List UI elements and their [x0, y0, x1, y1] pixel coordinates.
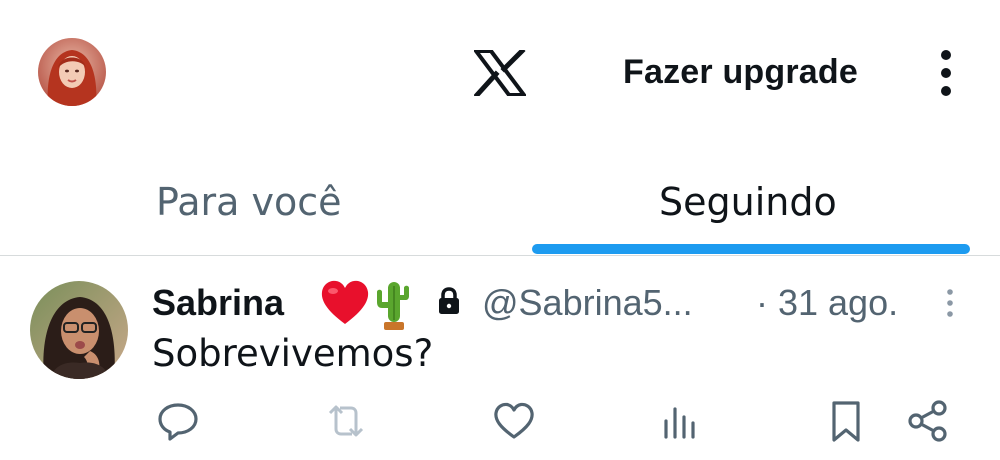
- tab-para-voce[interactable]: Para você: [0, 140, 500, 256]
- tab-label: Seguindo: [659, 180, 837, 224]
- views-icon[interactable]: [656, 397, 704, 445]
- author-name[interactable]: Sabrina: [152, 282, 284, 324]
- active-tab-indicator: [532, 244, 970, 254]
- tweet-text: Sobrevivemos?: [152, 332, 434, 375]
- x-logo-icon[interactable]: [472, 47, 528, 99]
- cactus-emoji: [374, 278, 414, 330]
- tweet-actions: [0, 397, 1000, 453]
- tweet-more-icon[interactable]: [940, 284, 960, 328]
- tab-seguindo[interactable]: Seguindo: [500, 140, 1000, 256]
- like-icon[interactable]: [490, 397, 538, 445]
- timeline-tabs: Para você Seguindo: [0, 140, 1000, 256]
- tweet-header: Sabrina @Sabrina5... · 31 ago.: [152, 280, 982, 330]
- avatar[interactable]: [30, 281, 128, 379]
- red-heart-emoji: [320, 280, 370, 326]
- tweet-time[interactable]: · 31 ago.: [756, 282, 898, 324]
- share-icon[interactable]: [904, 397, 952, 445]
- tweet[interactable]: Sabrina @Sabrina5... · 31 ago. Sobrevive…: [0, 257, 1000, 460]
- author-handle[interactable]: @Sabrina5...: [482, 282, 693, 324]
- reply-icon[interactable]: [154, 397, 202, 445]
- lock-icon: [434, 286, 464, 316]
- tab-label: Para você: [156, 180, 342, 224]
- more-vertical-icon[interactable]: [930, 48, 962, 98]
- top-bar: Fazer upgrade: [0, 0, 1000, 140]
- profile-avatar[interactable]: [38, 38, 106, 106]
- bookmark-icon[interactable]: [822, 397, 870, 445]
- retweet-icon[interactable]: [322, 397, 370, 445]
- upgrade-button[interactable]: Fazer upgrade: [623, 53, 858, 92]
